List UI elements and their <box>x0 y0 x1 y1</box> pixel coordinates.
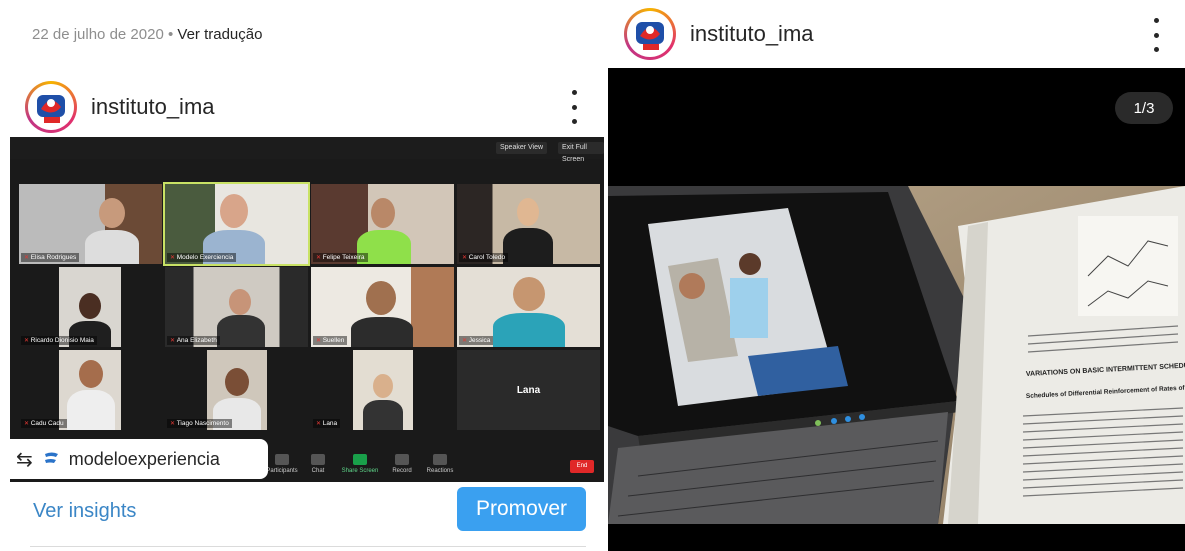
participant-tile: Tiago Nascimento <box>165 350 308 430</box>
translate-link[interactable]: Ver tradução <box>177 26 262 43</box>
left-post-panel: 22 de julho de 2020 • Ver tradução insti… <box>0 0 604 551</box>
participant-tile: Carol Toledo <box>457 184 600 264</box>
post-header: instituto_ima <box>25 80 215 134</box>
exit-full-screen-button: Exit Full Screen <box>558 142 604 163</box>
ima-logo-icon <box>636 22 664 50</box>
carousel-counter: 1/3 <box>1115 92 1173 124</box>
right-post-panel: instituto_ima 1/3 VARIATIONS ON BASIC IN… <box>604 0 1185 551</box>
laptop-and-book-photo: VARIATIONS ON BASIC INTERMITTENT SCHEDUL… <box>608 186 1185 524</box>
more-options-icon[interactable] <box>1146 18 1166 52</box>
participant-tile: Lana <box>311 350 454 430</box>
participant-tile: Felipe Teixeira <box>311 184 454 264</box>
post-username[interactable]: instituto_ima <box>91 94 215 120</box>
ima-logo-icon <box>37 95 65 123</box>
post-username[interactable]: instituto_ima <box>690 21 814 47</box>
repost-tag[interactable]: ⇆ modeloexperiencia <box>6 439 268 479</box>
repost-account: modeloexperiencia <box>68 448 220 469</box>
modeloexperiencia-logo-icon <box>44 452 58 463</box>
participant-tile: Cadu Cadu <box>19 350 162 430</box>
participant-tile: Lana <box>457 350 600 430</box>
post-photo[interactable]: 1/3 VARIATIONS ON BASIC INTERMITTENT SCH… <box>608 68 1185 551</box>
avatar[interactable] <box>25 81 77 133</box>
speaker-view-button: Speaker View <box>496 142 548 154</box>
participant-tile: Jessica <box>457 267 600 347</box>
participant-tile: Ricardo Dionisio Maia <box>19 267 162 347</box>
promote-button[interactable]: Promover <box>457 487 586 531</box>
post-date-line: 22 de julho de 2020 • Ver tradução <box>32 26 262 43</box>
insights-link[interactable]: Ver insights <box>33 500 136 523</box>
avatar[interactable] <box>624 8 676 60</box>
participant-tile: Elisa Rodrigues <box>19 184 162 264</box>
post-date: 22 de julho de 2020 <box>32 26 164 43</box>
more-options-icon[interactable] <box>564 90 584 124</box>
participant-tile: Suellen <box>311 267 454 347</box>
zoom-meeting-image: Speaker View Exit Full Screen Elisa Rodr… <box>10 137 604 482</box>
repost-icon: ⇆ <box>16 448 33 471</box>
zoom-top-bar: Speaker View Exit Full Screen <box>10 137 604 163</box>
participant-tile: Modelo Exerciencia <box>163 182 310 266</box>
date-separator: • <box>167 26 174 43</box>
post-header: instituto_ima <box>604 0 1185 68</box>
divider <box>30 546 586 547</box>
participant-tile: Ana Elizabeth <box>165 267 308 347</box>
